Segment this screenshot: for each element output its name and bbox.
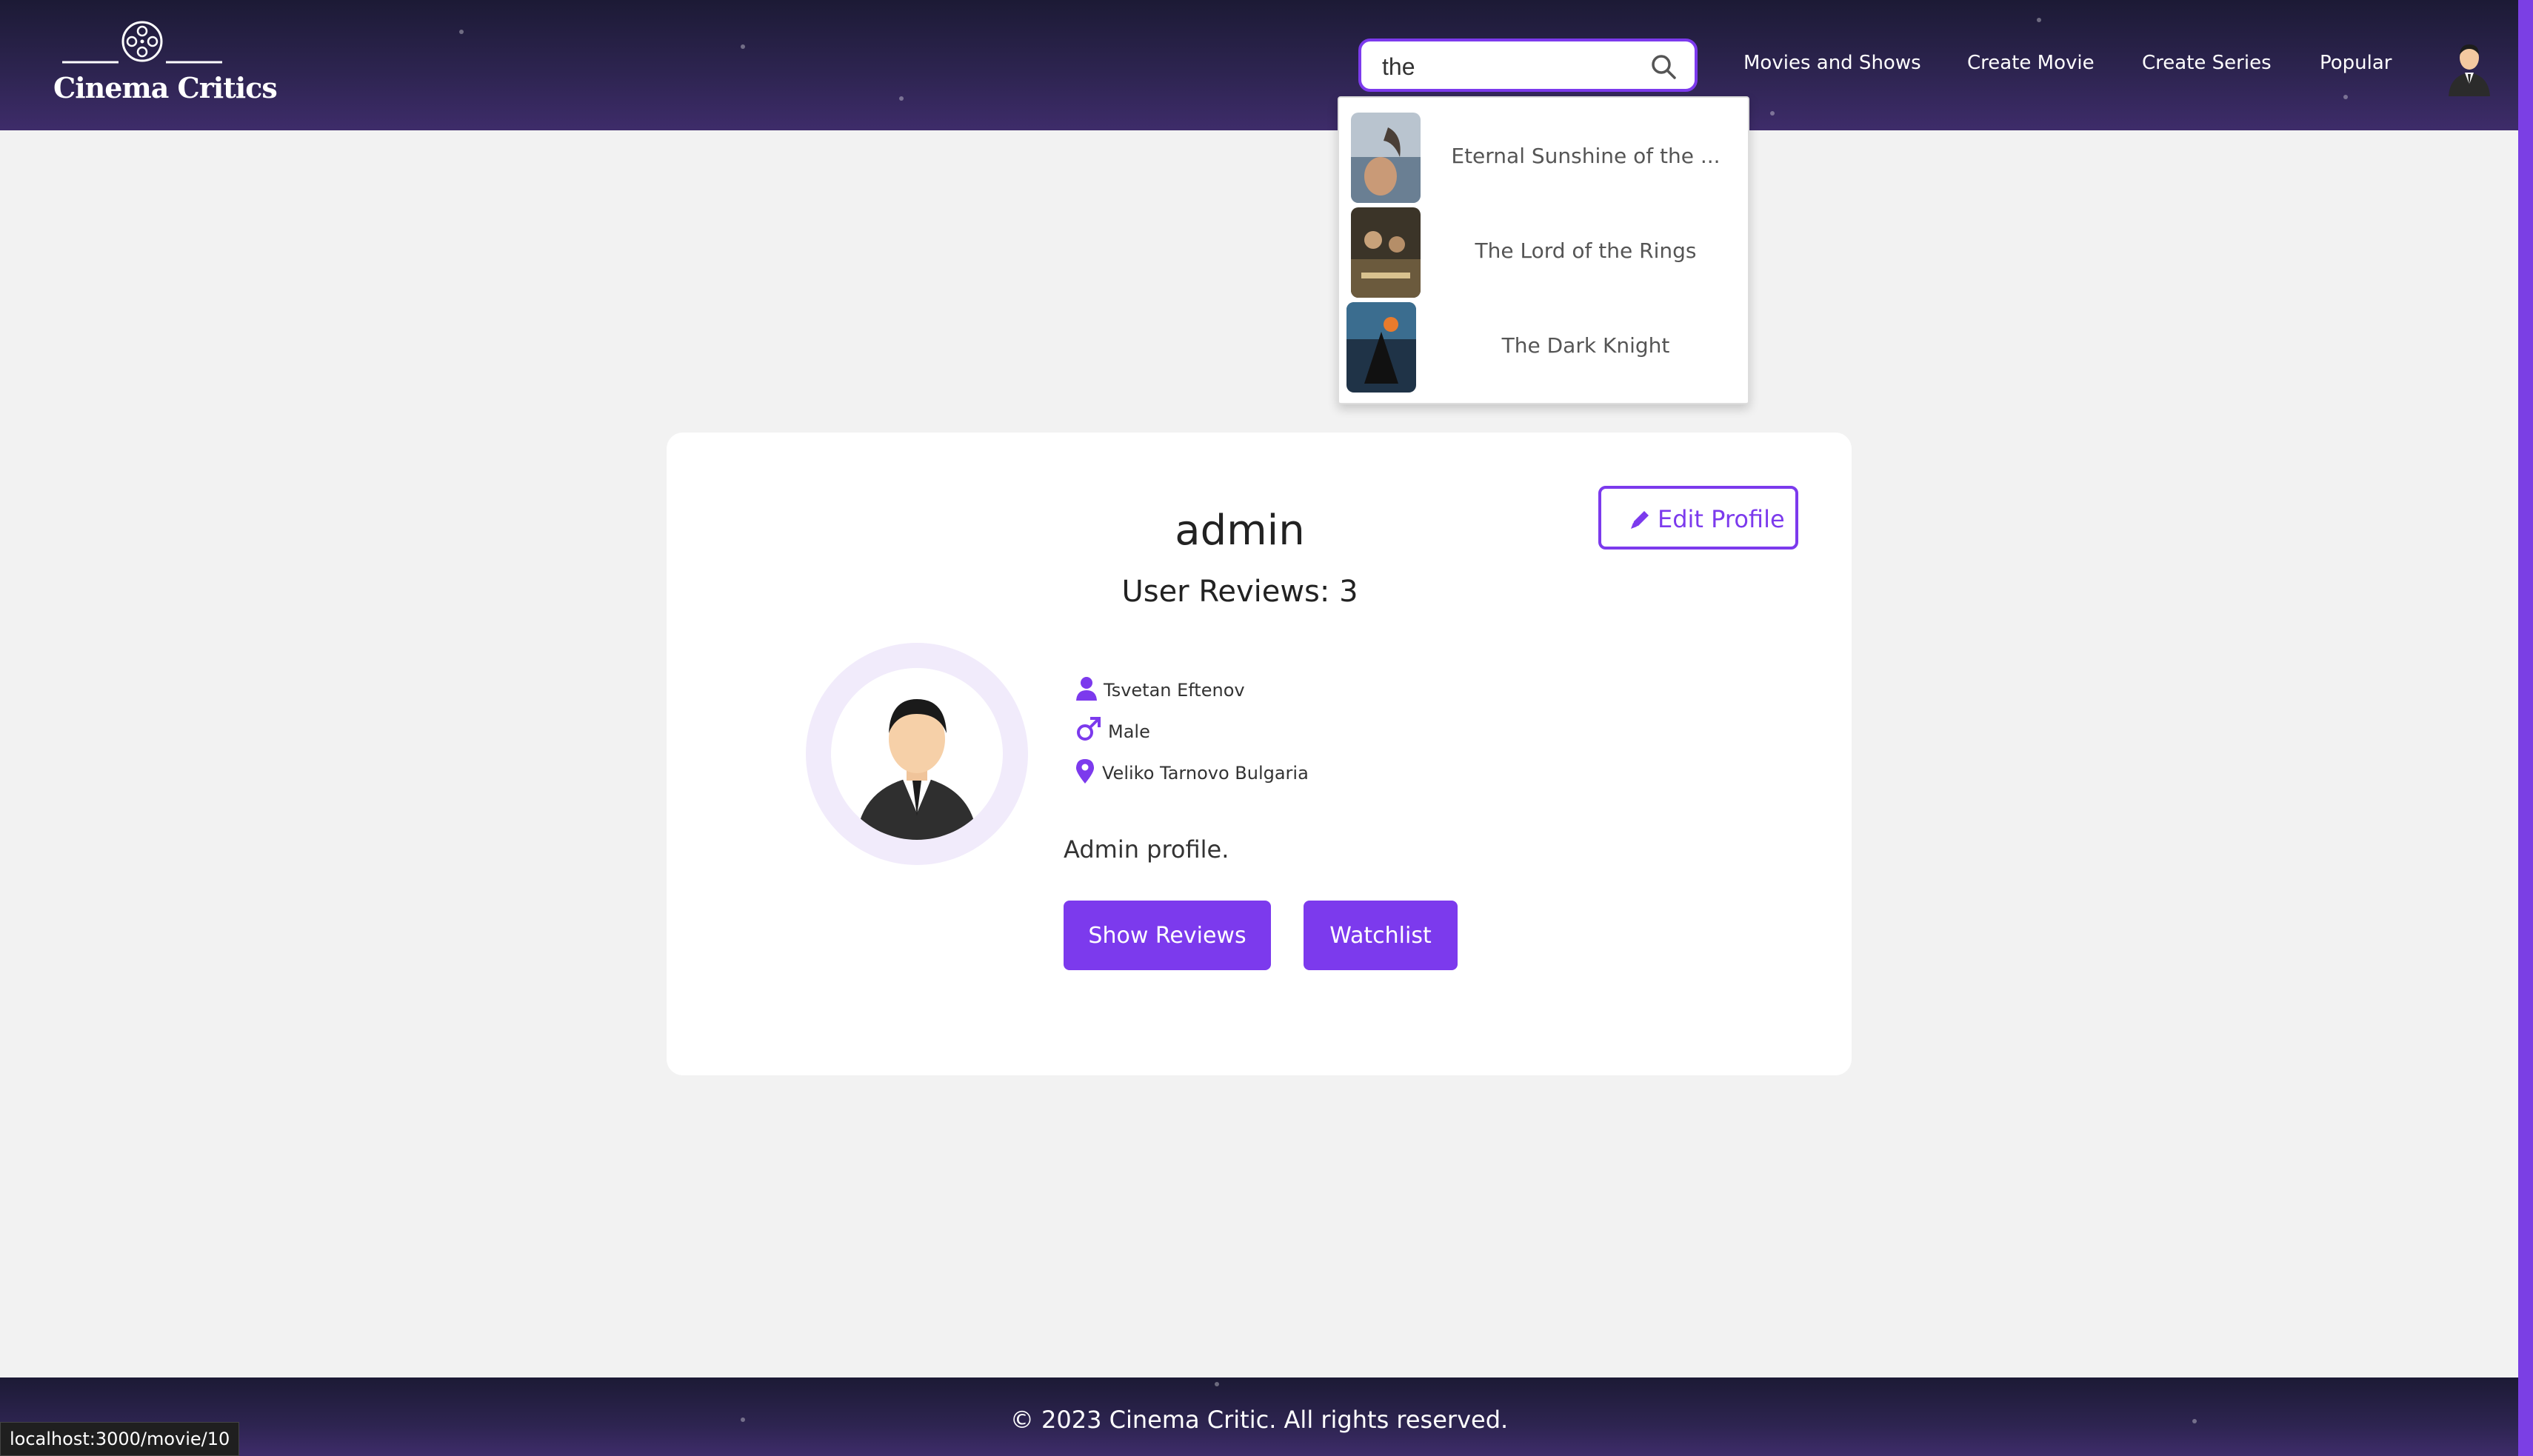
edit-profile-button[interactable]: Edit Profile (1598, 486, 1798, 550)
search-result-title: The Dark Knight (1501, 333, 1670, 358)
status-bar-url: localhost:3000/movie/10 (0, 1422, 240, 1456)
show-reviews-button[interactable]: Show Reviews (1064, 901, 1271, 970)
nav-create-series[interactable]: Create Series (2142, 52, 2272, 74)
search-result-item[interactable]: The Dark Knight (1346, 302, 1736, 394)
person-icon (1076, 677, 1097, 701)
search-results-dropdown: Eternal Sunshine of the ... The Lord of … (1338, 96, 1749, 404)
nav-movies-and-shows[interactable]: Movies and Shows (1743, 52, 1921, 74)
nav-create-movie[interactable]: Create Movie (1967, 52, 2095, 74)
brand-logo[interactable]: Cinema Critics (52, 16, 278, 113)
profile-card: admin User Reviews: 3 Edit Profile Tsvet… (667, 433, 1852, 1075)
male-gender-icon (1077, 717, 1101, 741)
search-input[interactable] (1382, 52, 1634, 81)
footer-copyright: © 2023 Cinema Critic. All rights reserve… (1009, 1406, 1509, 1434)
profile-avatar (806, 643, 1028, 865)
movie-poster-thumbnail (1351, 207, 1421, 298)
search-result-item[interactable]: Eternal Sunshine of the ... (1351, 113, 1736, 204)
profile-bio: Admin profile. (1064, 835, 1229, 864)
search-result-item[interactable]: The Lord of the Rings (1351, 207, 1736, 299)
watchlist-button[interactable]: Watchlist (1304, 901, 1458, 970)
user-avatar[interactable] (2444, 33, 2494, 96)
movie-poster-thumbnail (1346, 302, 1416, 393)
user-avatar-icon (2449, 44, 2490, 96)
location-pin-icon (1075, 759, 1095, 784)
movie-poster-thumbnail (1351, 113, 1421, 203)
pencil-icon (1631, 511, 1649, 529)
film-reel-icon (62, 21, 222, 64)
brand-name: Cinema Critics (53, 71, 278, 104)
user-reviews-count: User Reviews: 3 (1121, 575, 1358, 609)
edit-profile-label: Edit Profile (1658, 505, 1785, 533)
search-result-title: The Lord of the Rings (1475, 238, 1697, 263)
search-icon[interactable] (1649, 52, 1678, 81)
top-navbar: Cinema Critics Movies and Shows Create M… (0, 0, 2518, 130)
search-result-title: Eternal Sunshine of the ... (1451, 144, 1721, 168)
page-footer: © 2023 Cinema Critic. All rights reserve… (0, 1377, 2518, 1456)
page-scrollbar[interactable] (2518, 0, 2533, 1456)
search-bar[interactable] (1358, 39, 1698, 92)
businessman-avatar-icon (856, 699, 978, 840)
nav-popular[interactable]: Popular (2320, 52, 2392, 74)
